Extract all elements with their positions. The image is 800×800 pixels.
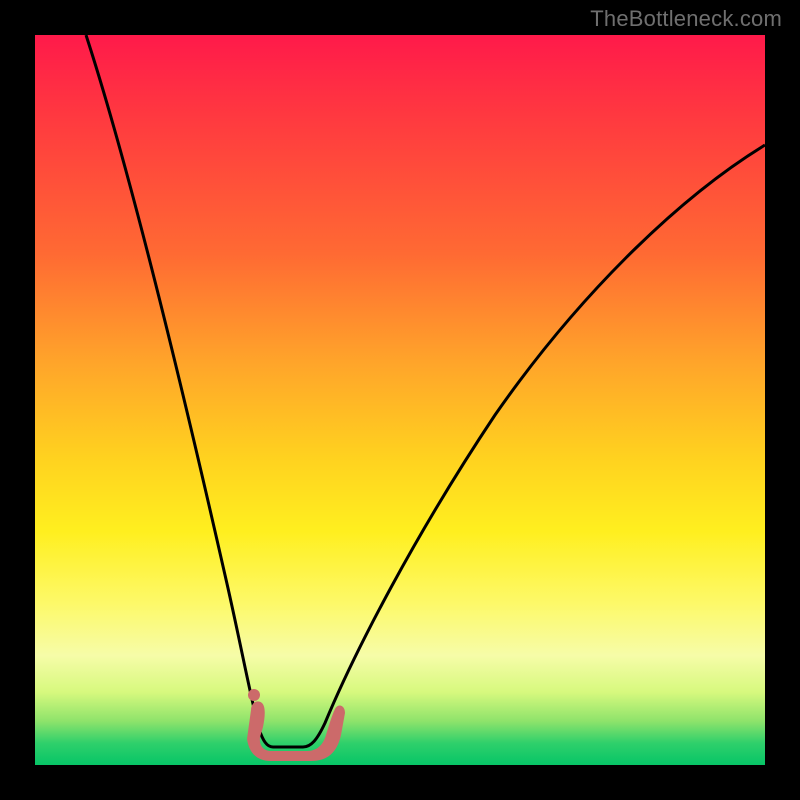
valley-dot xyxy=(248,689,260,701)
chart-frame: TheBottleneck.com xyxy=(0,0,800,800)
plot-area xyxy=(35,35,765,765)
watermark-text: TheBottleneck.com xyxy=(590,6,782,32)
bottleneck-curve xyxy=(86,35,765,747)
curve-layer xyxy=(35,35,765,765)
